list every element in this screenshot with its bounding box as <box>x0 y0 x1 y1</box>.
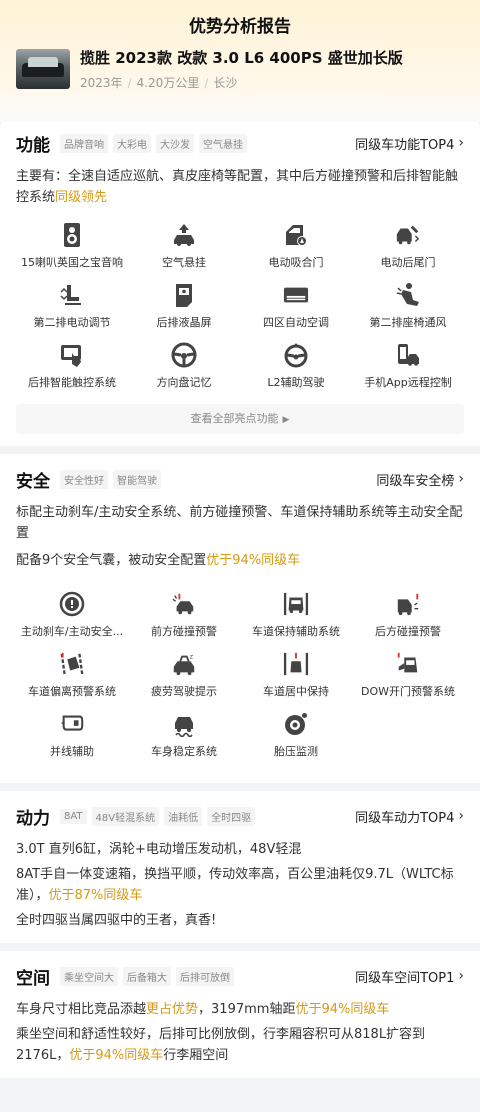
feature-item[interactable]: 后排液晶屏 <box>128 282 240 342</box>
power-tag: 48V轻混系统 <box>91 806 160 826</box>
active-brake-icon <box>59 591 85 617</box>
space-tag: 后排可放倒 <box>176 966 234 986</box>
power-section: 动力 8AT 48V轻混系统 油耗低 全时四驱 同级车动力TOP4 › 3.0T … <box>0 791 480 943</box>
space-cargo-desc: 乘坐空间和舒适性较好，后排可比例放倒，行李厢容积可从818L扩容到2176L，优… <box>16 1027 426 1063</box>
power-tailgate-icon <box>395 222 421 248</box>
feature-item[interactable]: 电动吸合门 <box>240 222 352 282</box>
lane-center-icon <box>283 651 309 677</box>
view-all-features-button[interactable]: 查看全部亮点功能 ▶ <box>16 404 464 434</box>
space-tag: 后备箱大 <box>123 966 171 986</box>
speaker-icon <box>59 222 85 248</box>
door-open-warning-icon <box>395 651 421 677</box>
touch-control-icon <box>59 342 85 368</box>
feature-item[interactable]: 胎压监测 <box>240 711 352 771</box>
safety-rank-link[interactable]: 同级车安全榜 › <box>376 470 464 489</box>
lane-departure-icon <box>59 651 85 677</box>
car-meta: 2023年/4.20万公里 / 长沙 <box>80 76 238 90</box>
remote-app-icon <box>395 342 421 368</box>
feature-item[interactable]: 空气悬挂 <box>128 222 240 282</box>
car-thumbnail <box>16 49 70 89</box>
soft-close-door-icon <box>283 222 309 248</box>
feature-item[interactable]: 车道偏离预警系统 <box>16 651 128 711</box>
safety-title: 安全 <box>16 471 50 492</box>
feature-item[interactable]: 后方碰撞预警 <box>352 591 464 651</box>
safety-desc: 标配主动刹车/主动安全系统、前方碰撞预警、车道保持辅助系统等主动安全配置 <box>16 505 463 541</box>
car-summary[interactable]: 揽胜 2023款 改款 3.0 L6 400PS 盛世加长版 2023年/4.2… <box>0 37 480 91</box>
power-rank-link[interactable]: 同级车动力TOP4 › <box>355 807 464 826</box>
triangle-right-icon: ▶ <box>282 415 290 425</box>
tire-pressure-icon <box>283 711 309 737</box>
function-tag: 大彩电 <box>113 133 151 153</box>
feature-item[interactable]: 第二排座椅通风 <box>352 282 464 342</box>
report-header: 优势分析报告 揽胜 2023款 改款 3.0 L6 400PS 盛世加长版 20… <box>0 0 480 122</box>
feature-item[interactable]: DOW开门预警系统 <box>352 651 464 711</box>
function-tag: 大沙发 <box>156 133 194 153</box>
power-tag: 油耗低 <box>164 806 203 826</box>
feature-item[interactable]: 前方碰撞预警 <box>128 591 240 651</box>
function-title: 功能 <box>16 135 50 156</box>
rear-collision-icon <box>395 591 421 617</box>
space-size-desc: 车身尺寸相比竞品添越更占优势，3197mm轴距优于94%同级车 <box>16 1002 390 1017</box>
feature-item[interactable]: L2辅助驾驶 <box>240 342 352 402</box>
safety-tag: 安全性好 <box>60 469 108 489</box>
feature-item[interactable]: 并线辅助 <box>16 711 128 771</box>
feature-item[interactable]: 电动后尾门 <box>352 222 464 282</box>
chevron-right-icon: › <box>458 808 464 824</box>
safety-tag: 智能驾驶 <box>113 469 161 489</box>
function-rank-link[interactable]: 同级车功能TOP4 › <box>355 134 464 153</box>
feature-item[interactable]: 车道居中保持 <box>240 651 352 711</box>
safety-section: 安全 安全性好 智能驾驶 同级车安全榜 › 标配主动刹车/主动安全系统、前方碰撞预… <box>0 454 480 783</box>
safety-passive-desc: 配备9个安全气囊，被动安全配置优于94%同级车 <box>16 553 301 568</box>
blind-spot-icon <box>59 711 85 737</box>
chevron-right-icon: › <box>458 135 464 151</box>
car-year: 2023年 <box>80 76 123 90</box>
feature-item[interactable]: z 疲劳驾驶提示 <box>128 651 240 711</box>
page-title: 优势分析报告 <box>189 17 291 37</box>
forward-collision-icon <box>171 591 197 617</box>
power-gearbox-desc: 8AT手自一体变速箱，换挡平顺，传动效率高，百公里油耗仅9.7L（WLTC标准）… <box>16 867 454 903</box>
feature-item[interactable]: 车身稳定系统 <box>128 711 240 771</box>
safety-feature-grid: 主动刹车/主动安全... 前方碰撞预警 车道保持辅助系统 后方碰撞预警 车道偏离… <box>16 591 464 771</box>
power-tag: 全时四驱 <box>207 806 256 826</box>
feature-item[interactable]: 第二排电动调节 <box>16 282 128 342</box>
steering-wheel-icon <box>171 342 197 368</box>
car-city: 长沙 <box>213 76 238 90</box>
function-section: 功能 品牌音响 大彩电 大沙发 空气悬挂 同级车功能TOP4 › 主要有：全速自适… <box>0 118 480 446</box>
air-suspension-icon <box>171 222 197 248</box>
space-tag: 乘坐空间大 <box>60 966 118 986</box>
feature-item[interactable]: 后排智能触控系统 <box>16 342 128 402</box>
power-tag: 8AT <box>60 808 87 824</box>
car-name: 揽胜 2023款 改款 3.0 L6 400PS 盛世加长版 <box>80 49 403 67</box>
stability-icon <box>171 711 197 737</box>
climate-control-icon <box>283 282 309 308</box>
feature-item[interactable]: 主动刹车/主动安全... <box>16 591 128 651</box>
car-mileage: 4.20万公里 <box>136 76 200 90</box>
space-rank-link[interactable]: 同级车空间TOP1 › <box>355 967 464 986</box>
seat-ventilation-icon <box>395 282 421 308</box>
power-engine-desc: 3.0T 直列6缸，涡轮+电动增压发动机，48V轻混 <box>16 842 302 857</box>
feature-item[interactable]: 方向盘记忆 <box>128 342 240 402</box>
function-desc: 主要有：全速自适应巡航、真皮座椅等配置，其中后方碰撞预警和后排智能触控系统同级领… <box>16 169 459 205</box>
function-tag: 空气悬挂 <box>199 133 247 153</box>
function-feature-grid: 15喇叭英国之宝音响 空气悬挂 电动吸合门 电动后尾门 第二排电动调节 后排液晶… <box>16 222 464 402</box>
feature-item[interactable]: 四区自动空调 <box>240 282 352 342</box>
function-tag: 品牌音响 <box>60 133 108 153</box>
feature-item[interactable]: 手机App远程控制 <box>352 342 464 402</box>
chevron-right-icon: › <box>458 968 464 984</box>
feature-item[interactable]: 15喇叭英国之宝音响 <box>16 222 128 282</box>
power-4wd-desc: 全时四驱当属四驱中的王者，真香! <box>16 913 217 928</box>
lane-keep-icon <box>283 591 309 617</box>
fatigue-icon: z <box>171 651 197 677</box>
power-seat-icon <box>59 282 85 308</box>
svg-text:z: z <box>190 652 194 660</box>
chevron-right-icon: › <box>458 471 464 487</box>
space-title: 空间 <box>16 968 50 989</box>
space-section: 空间 乘坐空间大 后备箱大 后排可放倒 同级车空间TOP1 › 车身尺寸相比竞品添… <box>0 951 480 1078</box>
assisted-driving-icon <box>283 342 309 368</box>
feature-item[interactable]: 车道保持辅助系统 <box>240 591 352 651</box>
rear-screen-icon <box>171 282 197 308</box>
power-title: 动力 <box>16 808 50 829</box>
